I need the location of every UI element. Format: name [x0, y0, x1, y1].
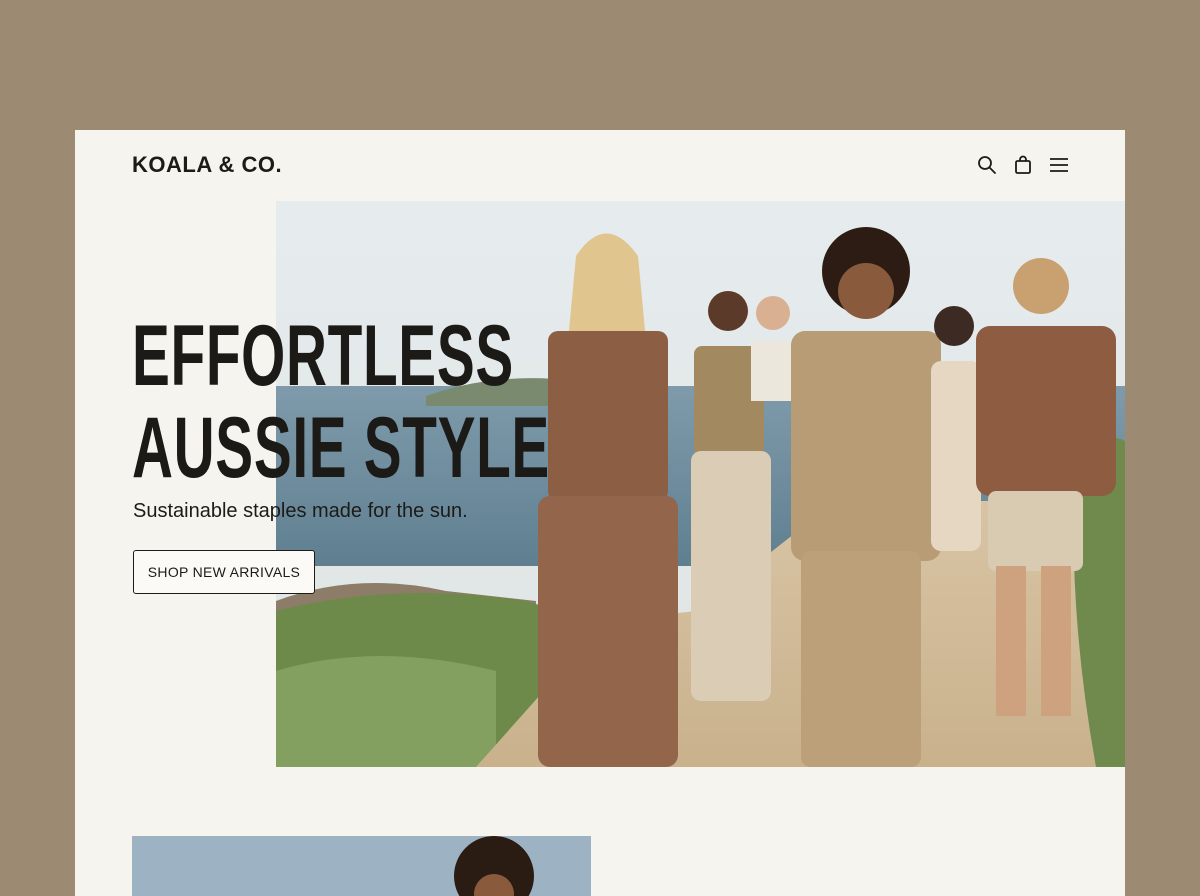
site-logo[interactable]: KOALA & CO.: [132, 152, 282, 178]
hero-headline: EFFORTLESS AUSSIE STYLE: [132, 310, 550, 494]
header-actions: [976, 154, 1070, 176]
search-icon[interactable]: [976, 154, 998, 176]
shop-new-arrivals-button[interactable]: SHOP NEW ARRIVALS: [133, 550, 315, 594]
menu-icon[interactable]: [1048, 154, 1070, 176]
site-header: KOALA & CO.: [75, 130, 1125, 200]
headline-line-1: EFFORTLESS: [132, 308, 514, 404]
hero-subheading: Sustainable staples made for the sun.: [133, 500, 468, 522]
secondary-image: [132, 836, 591, 896]
shopping-bag-icon[interactable]: [1012, 154, 1034, 176]
headline-line-2: AUSSIE STYLE: [132, 400, 550, 496]
website-frame: KOALA & CO. EFFORTLESS AUSSIE STYLE Sust…: [75, 130, 1125, 896]
